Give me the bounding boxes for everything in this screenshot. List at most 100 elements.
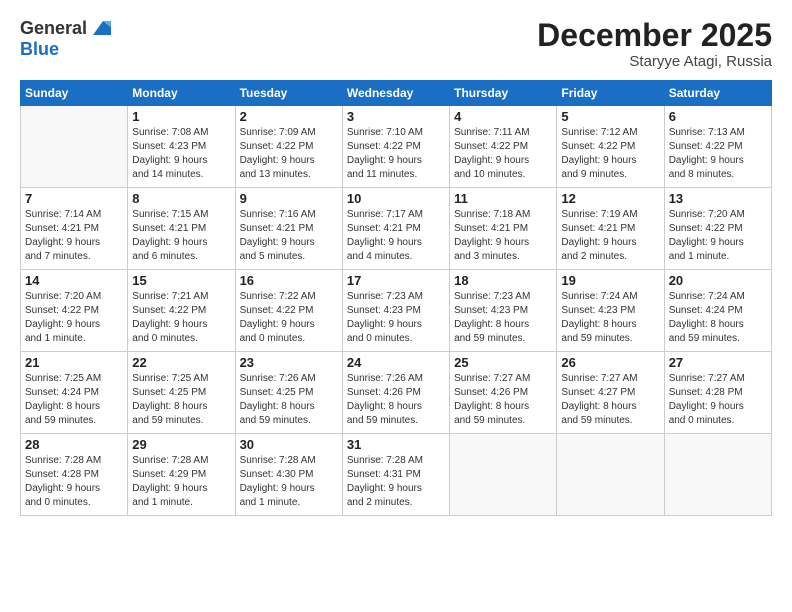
day-number: 1 <box>132 109 230 124</box>
day-number: 10 <box>347 191 445 206</box>
day-info: Sunrise: 7:27 AMSunset: 4:28 PMDaylight:… <box>669 372 767 428</box>
day-cell: 14 Sunrise: 7:20 AMSunset: 4:22 PMDayligh… <box>21 270 128 352</box>
week-row-3: 21 Sunrise: 7:25 AMSunset: 4:24 PMDayligh… <box>21 352 772 434</box>
day-number: 4 <box>454 109 552 124</box>
day-number: 30 <box>240 437 338 452</box>
day-number: 25 <box>454 355 552 370</box>
day-cell: 3Sunrise: 7:10 AMSunset: 4:22 PMDaylight… <box>342 106 449 188</box>
week-row-2: 14 Sunrise: 7:20 AMSunset: 4:22 PMDayligh… <box>21 270 772 352</box>
day-info: Sunrise: 7:23 AMSunset: 4:23 PMDaylight:… <box>347 290 445 346</box>
day-number: 21 <box>25 355 123 370</box>
day-number: 27 <box>669 355 767 370</box>
day-info: Sunrise: 7:24 AMSunset: 4:23 PMDaylight:… <box>561 290 659 346</box>
day-info: Sunrise: 7:26 AMSunset: 4:25 PMDaylight:… <box>240 372 338 428</box>
day-cell: 20Sunrise: 7:24 AMSunset: 4:24 PMDayligh… <box>664 270 771 352</box>
day-cell: 27 Sunrise: 7:27 AMSunset: 4:28 PMDayligh… <box>664 352 771 434</box>
logo: General Blue <box>20 18 111 60</box>
title-block: December 2025 Staryye Atagi, Russia <box>537 18 772 70</box>
weekday-wednesday: Wednesday <box>342 81 449 106</box>
day-number: 17 <box>347 273 445 288</box>
day-cell <box>21 106 128 188</box>
day-number: 6 <box>669 109 767 124</box>
day-info: Sunrise: 7:21 AMSunset: 4:22 PMDaylight:… <box>132 290 230 346</box>
page: General Blue December 2025 Staryye Atagi… <box>0 0 792 612</box>
day-info: Sunrise: 7:27 AMSunset: 4:26 PMDaylight:… <box>454 372 552 428</box>
week-row-4: 28 Sunrise: 7:28 AMSunset: 4:28 PMDayligh… <box>21 434 772 516</box>
day-info: Sunrise: 7:25 AMSunset: 4:24 PMDaylight:… <box>25 372 123 428</box>
day-cell <box>450 434 557 516</box>
logo-blue-text: Blue <box>20 39 111 60</box>
logo-icon <box>89 17 111 39</box>
day-cell: 7 Sunrise: 7:14 AMSunset: 4:21 PMDaylight… <box>21 188 128 270</box>
day-cell: 11Sunrise: 7:18 AMSunset: 4:21 PMDayligh… <box>450 188 557 270</box>
day-info: Sunrise: 7:28 AMSunset: 4:28 PMDaylight:… <box>25 454 123 510</box>
day-info: Sunrise: 7:19 AMSunset: 4:21 PMDaylight:… <box>561 208 659 264</box>
week-row-0: 1 Sunrise: 7:08 AMSunset: 4:23 PMDaylight… <box>21 106 772 188</box>
day-info: Sunrise: 7:17 AMSunset: 4:21 PMDaylight:… <box>347 208 445 264</box>
day-number: 11 <box>454 191 552 206</box>
day-info: Sunrise: 7:09 AMSunset: 4:22 PMDaylight:… <box>240 126 338 182</box>
day-info: Sunrise: 7:26 AMSunset: 4:26 PMDaylight:… <box>347 372 445 428</box>
day-cell: 23 Sunrise: 7:26 AMSunset: 4:25 PMDayligh… <box>235 352 342 434</box>
calendar-title: December 2025 <box>537 18 772 53</box>
day-info: Sunrise: 7:24 AMSunset: 4:24 PMDaylight:… <box>669 290 767 346</box>
day-number: 22 <box>132 355 230 370</box>
day-cell: 2 Sunrise: 7:09 AMSunset: 4:22 PMDaylight… <box>235 106 342 188</box>
day-number: 2 <box>240 109 338 124</box>
logo-general: General <box>20 18 87 39</box>
header: General Blue December 2025 Staryye Atagi… <box>20 18 772 70</box>
day-cell: 18 Sunrise: 7:23 AMSunset: 4:23 PMDayligh… <box>450 270 557 352</box>
day-info: Sunrise: 7:16 AMSunset: 4:21 PMDaylight:… <box>240 208 338 264</box>
day-cell: 8Sunrise: 7:15 AMSunset: 4:21 PMDaylight… <box>128 188 235 270</box>
day-cell: 29Sunrise: 7:28 AMSunset: 4:29 PMDayligh… <box>128 434 235 516</box>
day-cell: 17 Sunrise: 7:23 AMSunset: 4:23 PMDayligh… <box>342 270 449 352</box>
day-number: 23 <box>240 355 338 370</box>
day-info: Sunrise: 7:14 AMSunset: 4:21 PMDaylight:… <box>25 208 123 264</box>
day-cell: 5 Sunrise: 7:12 AMSunset: 4:22 PMDaylight… <box>557 106 664 188</box>
day-cell: 26 Sunrise: 7:27 AMSunset: 4:27 PMDayligh… <box>557 352 664 434</box>
day-cell: 31Sunrise: 7:28 AMSunset: 4:31 PMDayligh… <box>342 434 449 516</box>
day-info: Sunrise: 7:23 AMSunset: 4:23 PMDaylight:… <box>454 290 552 346</box>
day-cell: 12 Sunrise: 7:19 AMSunset: 4:21 PMDayligh… <box>557 188 664 270</box>
day-cell: 21 Sunrise: 7:25 AMSunset: 4:24 PMDayligh… <box>21 352 128 434</box>
day-number: 12 <box>561 191 659 206</box>
day-number: 5 <box>561 109 659 124</box>
day-cell: 19 Sunrise: 7:24 AMSunset: 4:23 PMDayligh… <box>557 270 664 352</box>
day-cell <box>557 434 664 516</box>
day-info: Sunrise: 7:13 AMSunset: 4:22 PMDaylight:… <box>669 126 767 182</box>
day-info: Sunrise: 7:20 AMSunset: 4:22 PMDaylight:… <box>25 290 123 346</box>
day-info: Sunrise: 7:22 AMSunset: 4:22 PMDaylight:… <box>240 290 338 346</box>
day-cell: 30Sunrise: 7:28 AMSunset: 4:30 PMDayligh… <box>235 434 342 516</box>
calendar-location: Staryye Atagi, Russia <box>537 53 772 70</box>
day-info: Sunrise: 7:08 AMSunset: 4:23 PMDaylight:… <box>132 126 230 182</box>
day-cell: 16 Sunrise: 7:22 AMSunset: 4:22 PMDayligh… <box>235 270 342 352</box>
day-number: 19 <box>561 273 659 288</box>
day-number: 16 <box>240 273 338 288</box>
day-info: Sunrise: 7:27 AMSunset: 4:27 PMDaylight:… <box>561 372 659 428</box>
day-cell: 22Sunrise: 7:25 AMSunset: 4:25 PMDayligh… <box>128 352 235 434</box>
weekday-thursday: Thursday <box>450 81 557 106</box>
day-info: Sunrise: 7:11 AMSunset: 4:22 PMDaylight:… <box>454 126 552 182</box>
week-row-1: 7 Sunrise: 7:14 AMSunset: 4:21 PMDaylight… <box>21 188 772 270</box>
day-number: 14 <box>25 273 123 288</box>
day-number: 26 <box>561 355 659 370</box>
day-number: 8 <box>132 191 230 206</box>
weekday-tuesday: Tuesday <box>235 81 342 106</box>
day-number: 24 <box>347 355 445 370</box>
day-info: Sunrise: 7:10 AMSunset: 4:22 PMDaylight:… <box>347 126 445 182</box>
day-number: 7 <box>25 191 123 206</box>
weekday-friday: Friday <box>557 81 664 106</box>
day-cell: 6 Sunrise: 7:13 AMSunset: 4:22 PMDaylight… <box>664 106 771 188</box>
day-number: 18 <box>454 273 552 288</box>
day-cell: 10 Sunrise: 7:17 AMSunset: 4:21 PMDayligh… <box>342 188 449 270</box>
day-number: 13 <box>669 191 767 206</box>
day-number: 28 <box>25 437 123 452</box>
weekday-saturday: Saturday <box>664 81 771 106</box>
weekday-monday: Monday <box>128 81 235 106</box>
day-info: Sunrise: 7:20 AMSunset: 4:22 PMDaylight:… <box>669 208 767 264</box>
day-cell: 15Sunrise: 7:21 AMSunset: 4:22 PMDayligh… <box>128 270 235 352</box>
calendar-table: SundayMondayTuesdayWednesdayThursdayFrid… <box>20 80 772 516</box>
day-cell: 24 Sunrise: 7:26 AMSunset: 4:26 PMDayligh… <box>342 352 449 434</box>
day-info: Sunrise: 7:28 AMSunset: 4:29 PMDaylight:… <box>132 454 230 510</box>
day-info: Sunrise: 7:12 AMSunset: 4:22 PMDaylight:… <box>561 126 659 182</box>
